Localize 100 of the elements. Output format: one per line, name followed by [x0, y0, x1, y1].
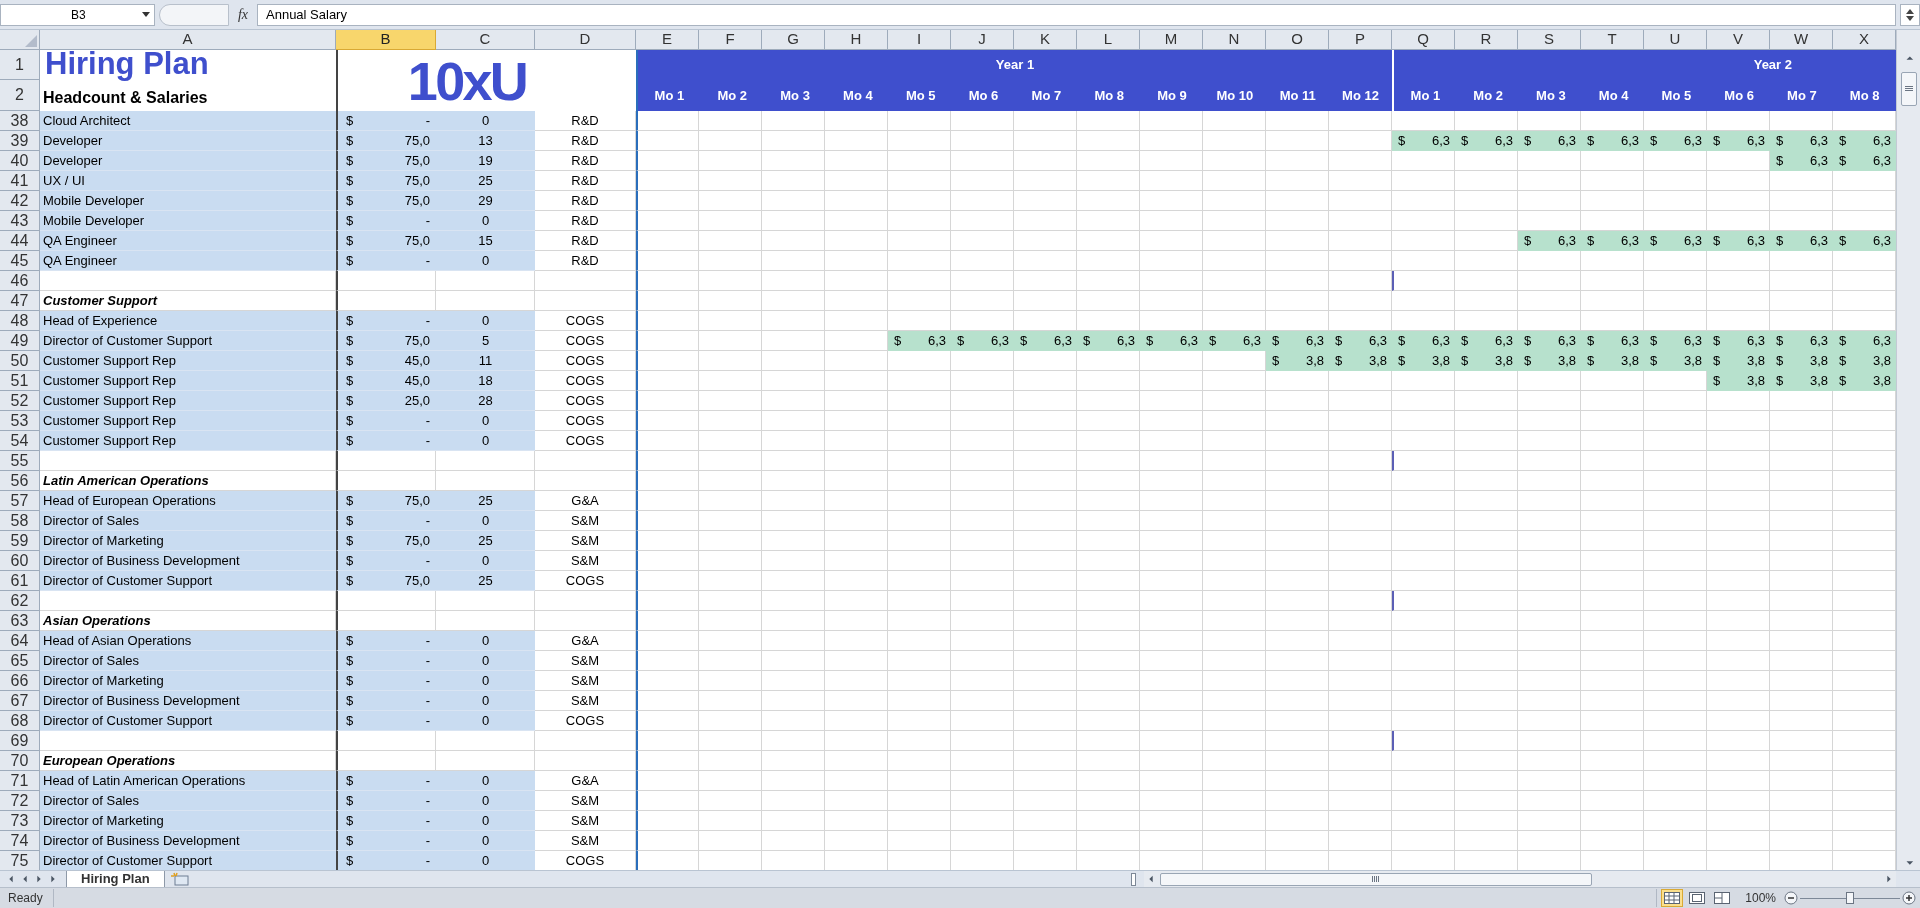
column-header[interactable]: U: [1644, 30, 1707, 50]
row-number[interactable]: 62: [0, 591, 40, 611]
row-number[interactable]: 38: [0, 111, 40, 131]
row-number[interactable]: 48: [0, 311, 40, 331]
column-header[interactable]: S: [1518, 30, 1581, 50]
row-number[interactable]: 60: [0, 551, 40, 571]
zoom-slider[interactable]: [1800, 891, 1900, 905]
row-number[interactable]: 52: [0, 391, 40, 411]
row-number[interactable]: 72: [0, 791, 40, 811]
row-number[interactable]: 63: [0, 611, 40, 631]
row-number[interactable]: 50: [0, 351, 40, 371]
column-header[interactable]: V: [1707, 30, 1770, 50]
normal-view-button[interactable]: [1661, 889, 1684, 907]
column-header[interactable]: R: [1455, 30, 1518, 50]
table-cell: 0: [436, 771, 535, 791]
column-header[interactable]: F: [699, 30, 762, 50]
column-header[interactable]: G: [762, 30, 825, 50]
currency-symbol: $: [346, 171, 354, 190]
table-cell: S&M: [535, 671, 636, 691]
row-number[interactable]: 54: [0, 431, 40, 451]
slider-thumb[interactable]: [1846, 892, 1854, 904]
row-number[interactable]: 69: [0, 731, 40, 751]
zoom-in-icon[interactable]: [1902, 891, 1916, 905]
row-number[interactable]: 51: [0, 371, 40, 391]
table-cell: UX / UI: [40, 171, 336, 191]
table-cell: G&A: [535, 771, 636, 791]
row-number[interactable]: 49: [0, 331, 40, 351]
row-number[interactable]: 70: [0, 751, 40, 771]
zoom-out-icon[interactable]: [1784, 891, 1798, 905]
column-header[interactable]: I: [888, 30, 951, 50]
name-box[interactable]: B3: [0, 3, 155, 26]
sheet-tab[interactable]: Hiring Plan: [66, 870, 165, 888]
column-header[interactable]: K: [1014, 30, 1077, 50]
caret-icon[interactable]: [142, 11, 150, 18]
column-header[interactable]: C: [436, 30, 535, 50]
scrollbar-thumb[interactable]: [1900, 72, 1917, 106]
table-cell: 28: [436, 391, 535, 411]
column-header[interactable]: X: [1833, 30, 1896, 50]
row-number[interactable]: 44: [0, 231, 40, 251]
currency-symbol: $: [1713, 232, 1721, 251]
row-number[interactable]: 73: [0, 811, 40, 831]
salary-value: 3,8: [1746, 352, 1765, 371]
column-header[interactable]: M: [1140, 30, 1203, 50]
column-header[interactable]: H: [825, 30, 888, 50]
column-header[interactable]: L: [1077, 30, 1140, 50]
row-number[interactable]: 56: [0, 471, 40, 491]
row-number[interactable]: 68: [0, 711, 40, 731]
scrollbar-thumb[interactable]: [1160, 872, 1592, 886]
row-number[interactable]: 41: [0, 171, 40, 191]
row-number[interactable]: 74: [0, 831, 40, 851]
column-header[interactable]: N: [1203, 30, 1266, 50]
row-number[interactable]: 64: [0, 631, 40, 651]
row-number[interactable]: 59: [0, 531, 40, 551]
salary-value: -: [425, 631, 430, 650]
row-number[interactable]: 71: [0, 771, 40, 791]
row-number[interactable]: 2: [0, 80, 40, 111]
formula-field[interactable]: Annual Salary: [257, 3, 1896, 26]
column-header[interactable]: P: [1329, 30, 1392, 50]
row-number[interactable]: 43: [0, 211, 40, 231]
row-number[interactable]: 57: [0, 491, 40, 511]
salary-value: 6,3: [1746, 132, 1765, 151]
column-header[interactable]: Q: [1392, 30, 1455, 50]
row-number[interactable]: 58: [0, 511, 40, 531]
split-handle[interactable]: [1131, 872, 1136, 886]
table-cell: COGS: [535, 411, 636, 431]
row-number[interactable]: 1: [0, 50, 40, 80]
column-header[interactable]: T: [1581, 30, 1644, 50]
column-header[interactable]: A: [40, 30, 336, 50]
column-header[interactable]: O: [1266, 30, 1329, 50]
column-header[interactable]: D: [535, 30, 636, 50]
expand-formula-bar-button[interactable]: [1900, 3, 1920, 26]
row-number[interactable]: 39: [0, 131, 40, 151]
row-number[interactable]: 75: [0, 851, 40, 870]
row-number[interactable]: 61: [0, 571, 40, 591]
table-cell: COGS: [535, 351, 636, 371]
row-number[interactable]: 40: [0, 151, 40, 171]
salary-value: -: [425, 691, 430, 710]
column-header[interactable]: W: [1770, 30, 1833, 50]
row-number[interactable]: 45: [0, 251, 40, 271]
row-number[interactable]: 65: [0, 651, 40, 671]
page-icon: [1689, 892, 1706, 904]
column-header[interactable]: E: [636, 30, 699, 50]
row-number[interactable]: 47: [0, 291, 40, 311]
horizontal-scrollbar[interactable]: [1144, 870, 1896, 888]
row-number[interactable]: 66: [0, 671, 40, 691]
vertical-scrollbar[interactable]: [1896, 30, 1920, 870]
salary-value: 3,8: [1872, 372, 1891, 391]
row-number[interactable]: 42: [0, 191, 40, 211]
splitter-handle[interactable]: [159, 3, 229, 26]
row-number[interactable]: 46: [0, 271, 40, 291]
currency-symbol: $: [1776, 372, 1784, 391]
currency-symbol: $: [1776, 352, 1784, 371]
zoom-percent[interactable]: 100%: [1745, 889, 1776, 907]
row-number[interactable]: 53: [0, 411, 40, 431]
row-number[interactable]: 67: [0, 691, 40, 711]
column-header[interactable]: B: [336, 30, 436, 50]
column-header[interactable]: J: [951, 30, 1014, 50]
table-cell: 13: [436, 131, 535, 151]
function-button[interactable]: fx: [233, 4, 253, 25]
row-number[interactable]: 55: [0, 451, 40, 471]
